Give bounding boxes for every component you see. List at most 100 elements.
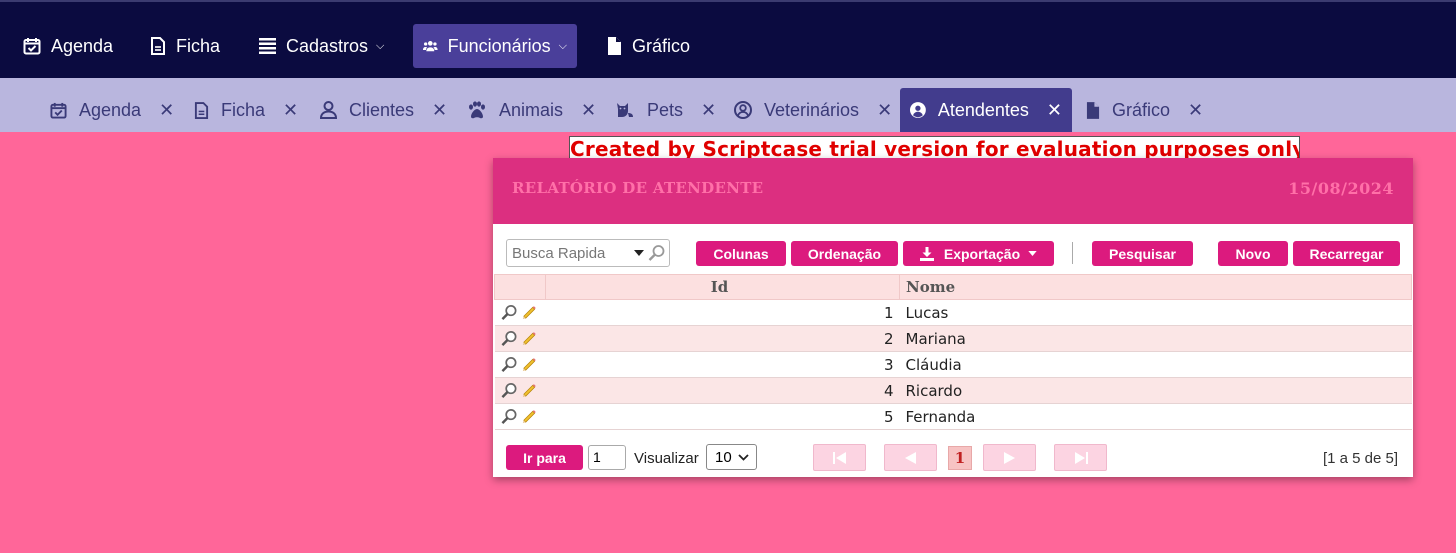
row-nome: Fernanda [899, 403, 1412, 430]
next-page-button[interactable] [983, 444, 1036, 471]
colunas-button[interactable]: Colunas [696, 241, 786, 266]
goto-button[interactable]: Ir para [506, 445, 583, 470]
tab-animais[interactable]: Animais ✕ [457, 88, 606, 132]
chevron-down-icon [738, 453, 749, 461]
goto-page-input[interactable]: 1 [588, 445, 626, 470]
close-icon[interactable]: ✕ [581, 100, 596, 121]
nav-funcionarios[interactable]: Funcionários ⌵ [413, 24, 577, 68]
nav-funcionarios-label: Funcionários [447, 35, 551, 56]
edit-pencil-icon[interactable] [520, 330, 537, 347]
report-title: RELATÓRIO DE ATENDENTE [512, 179, 764, 197]
report-panel: RELATÓRIO DE ATENDENTE 15/08/2024 Busca … [493, 158, 1413, 477]
file-icon [151, 37, 165, 55]
row-nome: Cláudia [899, 351, 1412, 378]
quick-search-input[interactable]: Busca Rapida [507, 245, 634, 262]
ordenacao-button[interactable]: Ordenação [791, 241, 898, 266]
user-circle-icon [734, 101, 752, 119]
table-row: 4 Ricardo [494, 377, 1412, 404]
row-actions [494, 377, 546, 404]
data-table: Id Nome 1 Lucas 2 Mariana 3 Cláudia 4 Ricardo 5 F… [494, 274, 1412, 430]
tab-veterinarios[interactable]: Veterinários ✕ [724, 88, 902, 132]
nav-ficha[interactable]: Ficha [140, 24, 230, 68]
recarregar-button[interactable]: Recarregar [1293, 241, 1400, 266]
nav-agenda[interactable]: Agenda [13, 24, 123, 68]
first-page-button[interactable] [813, 444, 866, 471]
table-row: 5 Fernanda [494, 403, 1412, 430]
toolbar-separator [1072, 242, 1073, 264]
row-nome: Lucas [899, 299, 1412, 326]
pesquisar-button[interactable]: Pesquisar [1092, 241, 1193, 266]
tab-pets[interactable]: Pets ✕ [605, 88, 726, 132]
user-circle-solid-icon [910, 102, 926, 118]
tab-grafico-label: Gráfico [1112, 99, 1171, 120]
nav-grafico[interactable]: Gráfico [597, 24, 700, 68]
search-icon[interactable] [648, 244, 666, 262]
file-solid-icon [608, 37, 621, 55]
row-id: 4 [545, 377, 900, 404]
quick-search[interactable]: Busca Rapida [506, 239, 670, 267]
prev-page-button[interactable] [884, 444, 937, 471]
edit-pencil-icon[interactable] [520, 408, 537, 425]
exportacao-button[interactable]: Exportação [903, 241, 1054, 266]
report-date: 15/08/2024 [1288, 179, 1394, 198]
id-header[interactable]: Id [545, 274, 900, 300]
exportacao-label: Exportação [943, 245, 1021, 262]
tab-agenda[interactable]: Agenda ✕ [40, 88, 184, 132]
view-icon[interactable] [501, 356, 518, 373]
novo-button[interactable]: Novo [1218, 241, 1288, 266]
download-icon [919, 246, 934, 261]
view-icon[interactable] [501, 304, 518, 321]
close-icon[interactable]: ✕ [283, 100, 298, 121]
page-size-select[interactable]: 10 [706, 444, 757, 470]
actions-header [494, 274, 546, 300]
nome-header[interactable]: Nome [899, 274, 1412, 300]
paw-icon [469, 101, 485, 119]
close-icon[interactable]: ✕ [1047, 100, 1062, 121]
edit-pencil-icon[interactable] [520, 382, 537, 399]
user-icon [320, 101, 337, 119]
prev-page-icon [905, 451, 916, 464]
records-summary: [1 a 5 de 5] [1322, 450, 1398, 467]
tab-grafico[interactable]: Gráfico ✕ [1076, 88, 1213, 132]
view-icon[interactable] [501, 408, 518, 425]
tab-atendentes[interactable]: Atendentes ✕ [900, 88, 1072, 132]
view-icon[interactable] [501, 330, 518, 347]
list-icon [259, 38, 276, 54]
cat-icon [617, 103, 633, 117]
nav-cadastros[interactable]: Cadastros ⌵ [249, 24, 394, 68]
row-actions [494, 351, 546, 378]
calendar-check-icon [23, 38, 41, 55]
close-icon[interactable]: ✕ [877, 100, 892, 121]
tab-clientes-label: Clientes [349, 99, 415, 120]
edit-pencil-icon[interactable] [520, 304, 537, 321]
caret-down-icon[interactable] [634, 250, 644, 256]
current-page[interactable]: 1 [948, 446, 972, 470]
top-navbar: Agenda Ficha Cadastros ⌵ Funcionários ⌵ … [0, 0, 1456, 78]
tab-agenda-label: Agenda [79, 99, 142, 120]
close-icon[interactable]: ✕ [432, 100, 447, 121]
tab-bar: Agenda ✕ Ficha ✕ Clientes ✕ Animais ✕ Pe… [0, 78, 1456, 132]
close-icon[interactable]: ✕ [1188, 100, 1203, 121]
table-row: 1 Lucas [494, 299, 1412, 326]
table-row: 2 Mariana [494, 325, 1412, 352]
tab-ficha[interactable]: Ficha ✕ [184, 88, 308, 132]
close-icon[interactable]: ✕ [701, 100, 716, 121]
close-icon[interactable]: ✕ [159, 100, 174, 121]
last-page-icon [1074, 451, 1088, 464]
edit-pencil-icon[interactable] [520, 356, 537, 373]
page-size-value: 10 [715, 448, 732, 466]
table-header-row: Id Nome [494, 274, 1412, 300]
row-id: 2 [545, 325, 900, 352]
nav-grafico-label: Gráfico [632, 35, 691, 56]
last-page-button[interactable] [1054, 444, 1107, 471]
tab-clientes[interactable]: Clientes ✕ [310, 88, 457, 132]
row-actions [494, 403, 546, 430]
first-page-icon [832, 451, 846, 464]
file-solid-icon [1086, 101, 1100, 119]
view-icon[interactable] [501, 382, 518, 399]
row-actions [494, 325, 546, 352]
row-actions [494, 299, 546, 326]
row-id: 1 [545, 299, 900, 326]
row-id: 5 [545, 403, 900, 430]
caret-down-icon [1028, 251, 1037, 256]
